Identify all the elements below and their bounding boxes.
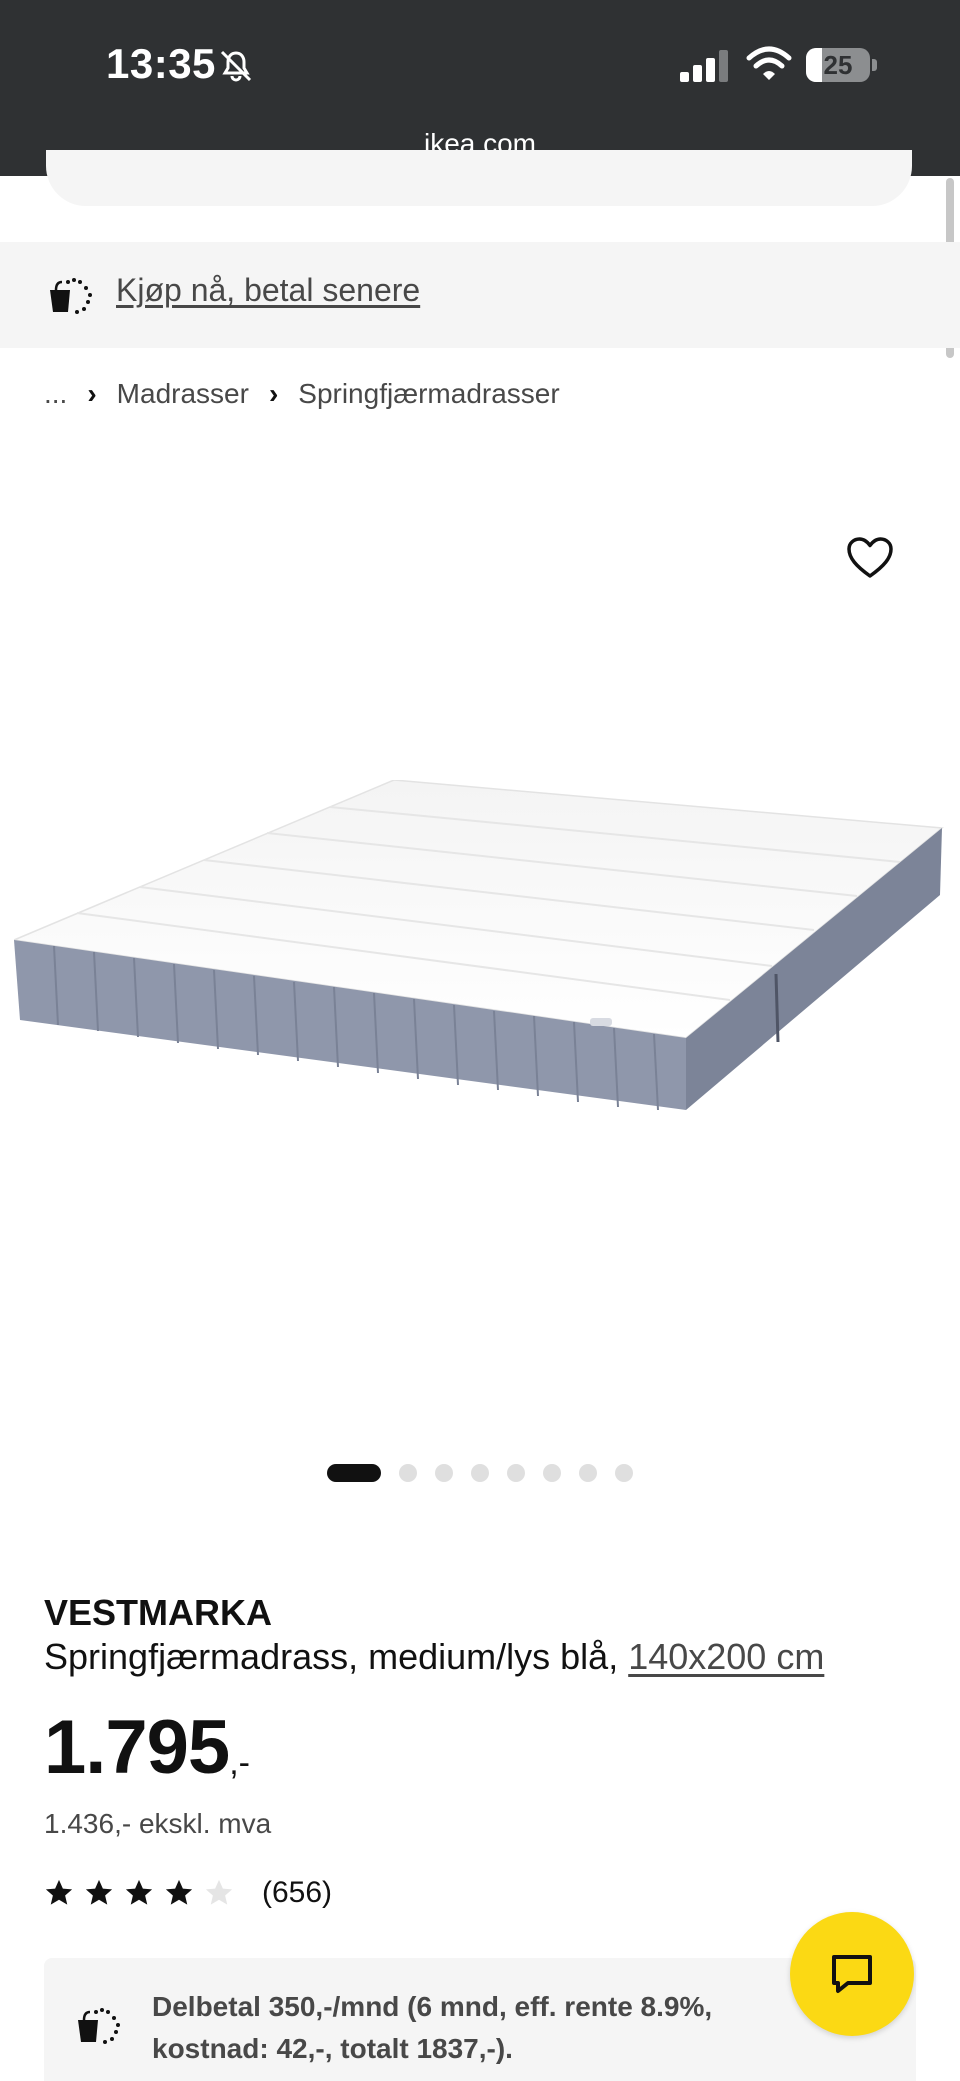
gallery-dot[interactable] (579, 1464, 597, 1482)
chat-bubble-icon (832, 1955, 872, 1993)
breadcrumb-item-mattresses[interactable]: Madrasser (117, 378, 249, 410)
installment-text: Delbetal 350,-/mnd (6 mnd, eff. rente 8.… (152, 1991, 713, 2064)
size-link[interactable]: 140x200 cm (628, 1636, 824, 1677)
rating-count[interactable]: (656) (262, 1876, 332, 1910)
search-bar[interactable] (46, 150, 912, 206)
shopping-bag-dotted-icon (78, 2008, 120, 2044)
product-description-text: Springfjærmadrass, medium/lys blå, (44, 1636, 629, 1677)
gallery-dot[interactable] (399, 1464, 417, 1482)
product-price: 1.795 ,- (44, 1710, 250, 1786)
star-filled-icon (85, 1879, 113, 1905)
star-filled-icon (45, 1879, 73, 1905)
gallery-dot-active[interactable] (327, 1464, 381, 1482)
heart-outline-icon[interactable] (846, 536, 894, 580)
price-suffix: ,- (229, 1744, 250, 1782)
pay-later-link[interactable]: Kjøp nå, betal senere (116, 272, 420, 309)
product-rating[interactable]: (656) (44, 1876, 332, 1910)
price-excl-vat: 1.436,- ekskl. mva (44, 1808, 272, 1839)
product-brand: VESTMARKA (44, 1592, 273, 1633)
breadcrumb: ... › Madrasser › Springfjærmadrasser (44, 378, 560, 410)
battery-level: 25 (823, 50, 853, 80)
gallery-pagination (0, 1464, 960, 1482)
chevron-right-icon: › (268, 378, 279, 409)
price-amount: 1.795 (44, 1705, 230, 1790)
star-filled-icon (165, 1879, 193, 1905)
shopping-bag-dotted-icon (50, 278, 92, 314)
installment-card[interactable]: Delbetal 350,-/mnd (6 mnd, eff. rente 8.… (44, 1958, 916, 2081)
product-description: Springfjærmadrass, medium/lys blå, 140x2… (44, 1636, 824, 1678)
bell-slash-icon (220, 50, 252, 82)
breadcrumb-item-ellipsis[interactable]: ... (44, 378, 67, 410)
gallery-dot[interactable] (615, 1464, 633, 1482)
gallery-dot[interactable] (543, 1464, 561, 1482)
cellular-signal-icon (680, 50, 728, 82)
chevron-right-icon: › (87, 378, 97, 409)
product-image-mattress (14, 780, 944, 1111)
gallery-dot[interactable] (507, 1464, 525, 1482)
pay-later-banner: Kjøp nå, betal senere (0, 242, 960, 348)
breadcrumb-item-spring-mattresses[interactable]: Springfjærmadrasser (298, 378, 559, 410)
star-filled-icon (125, 1879, 153, 1905)
chat-button[interactable] (790, 1912, 914, 2036)
battery-icon: 25 (806, 48, 877, 82)
status-time: 13:35 (106, 40, 216, 87)
star-empty-icon (205, 1879, 233, 1905)
wifi-icon (746, 46, 792, 80)
gallery-dot[interactable] (435, 1464, 453, 1482)
gallery-dot[interactable] (471, 1464, 489, 1482)
